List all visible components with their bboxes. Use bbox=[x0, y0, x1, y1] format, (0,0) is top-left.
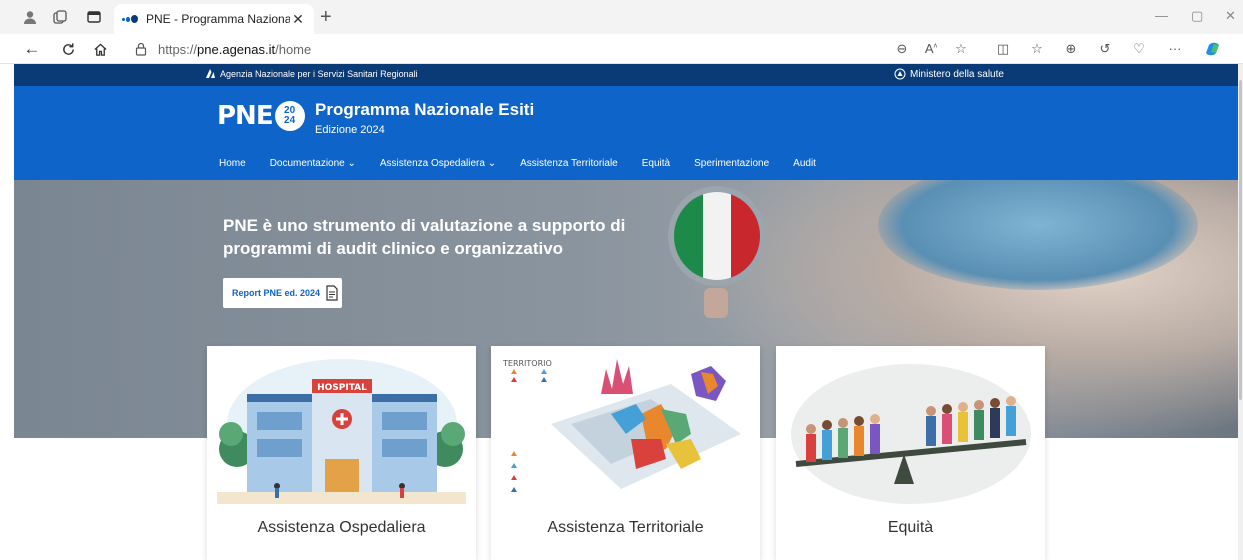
agenas-logo-icon bbox=[206, 69, 215, 78]
profile-icon[interactable] bbox=[22, 9, 38, 25]
main-menu: Home Documentazione ⌄ Assistenza Ospedal… bbox=[219, 158, 840, 169]
svg-text:HOSPITAL: HOSPITAL bbox=[317, 383, 367, 393]
document-icon bbox=[326, 285, 338, 301]
browser-essentials-icon[interactable]: ♡ bbox=[1130, 41, 1148, 57]
scrollbar-thumb[interactable] bbox=[1239, 80, 1242, 400]
equity-seesaw-illustration bbox=[791, 364, 1031, 504]
ministry-emblem-icon bbox=[894, 68, 906, 80]
window-close-icon[interactable]: ✕ bbox=[1225, 8, 1236, 24]
report-pne-button[interactable]: Report PNE ed. 2024 bbox=[223, 278, 342, 308]
ministry-name: Ministero della salute bbox=[910, 68, 1004, 80]
address-bar[interactable]: https://pne.agenas.it/home bbox=[134, 37, 1014, 61]
more-options-icon[interactable]: ··· bbox=[1166, 41, 1184, 56]
card-equita[interactable]: Equità bbox=[776, 346, 1045, 560]
menu-item-home[interactable]: Home bbox=[219, 158, 246, 169]
page-content: Agenzia Nazionale per i Servizi Sanitari… bbox=[14, 64, 1238, 560]
minimize-icon[interactable]: — bbox=[1155, 8, 1168, 23]
site-edition: Edizione 2024 bbox=[315, 124, 385, 136]
card-assistenza-territoriale[interactable]: TERRITORIO Assistenza Territoriale bbox=[491, 346, 760, 560]
card-title: Equità bbox=[887, 519, 934, 536]
menu-item-assistenza-territoriale[interactable]: Assistenza Territoriale bbox=[520, 158, 618, 169]
favorites-icon[interactable]: ☆ bbox=[1028, 41, 1046, 57]
home-icon[interactable] bbox=[90, 39, 110, 59]
new-tab-icon[interactable]: + bbox=[320, 6, 332, 29]
agency-link[interactable]: Agenzia Nazionale per i Servizi Sanitari… bbox=[205, 68, 418, 79]
report-button-label: Report PNE ed. 2024 bbox=[232, 288, 321, 298]
institutional-bar: Agenzia Nazionale per i Servizi Sanitari… bbox=[14, 64, 1238, 86]
menu-item-audit[interactable]: Audit bbox=[793, 158, 816, 169]
tab-title: PNE - Programma Nazionale Esiti bbox=[146, 12, 290, 26]
copilot-icon[interactable] bbox=[1205, 41, 1223, 60]
history-icon[interactable]: ↺ bbox=[1096, 41, 1114, 57]
tab-actions-icon[interactable] bbox=[86, 9, 102, 25]
read-aloud-icon[interactable]: Aᴧ bbox=[922, 41, 940, 56]
territory-map-illustration: TERRITORIO bbox=[502, 359, 741, 492]
logo-text: PNE bbox=[217, 101, 274, 131]
lock-icon[interactable] bbox=[134, 42, 148, 56]
restore-icon[interactable]: ▢ bbox=[1191, 8, 1203, 24]
url-text: https://pne.agenas.it/home bbox=[158, 41, 312, 57]
refresh-icon[interactable] bbox=[58, 39, 78, 59]
agency-name: Agenzia Nazionale per i Servizi Sanitari… bbox=[220, 68, 418, 79]
menu-item-equita[interactable]: Equità bbox=[642, 158, 670, 169]
favorite-star-icon[interactable]: ☆ bbox=[952, 41, 970, 57]
split-screen-icon[interactable]: ◫ bbox=[994, 41, 1012, 57]
site-title[interactable]: Programma Nazionale Esiti bbox=[315, 100, 534, 120]
site-header: PNE 20 24 Programma Nazionale Esiti Ediz… bbox=[14, 86, 1238, 180]
zoom-icon[interactable]: ⊖ bbox=[893, 41, 911, 57]
menu-item-sperimentazione[interactable]: Sperimentazione bbox=[694, 158, 769, 169]
svg-text:TERRITORIO: TERRITORIO bbox=[502, 359, 552, 368]
ministry-link[interactable]: Ministero della salute bbox=[894, 68, 1004, 80]
card-assistenza-ospedaliera[interactable]: HOSPITAL Assistenza Ospedaliera bbox=[207, 346, 476, 560]
back-icon[interactable]: ← bbox=[22, 39, 42, 59]
address-toolbar: ← https://pne.agenas.it/home ⊖ Aᴧ ☆ ◫ ☆ … bbox=[0, 34, 1243, 64]
hero-heading: PNE è uno strumento di valutazione a sup… bbox=[223, 216, 626, 258]
workspaces-icon[interactable] bbox=[52, 9, 68, 25]
pne-favicon-icon bbox=[122, 14, 138, 24]
italian-flag-stethoscope-image bbox=[668, 186, 766, 286]
pne-logo[interactable]: PNE 20 24 bbox=[217, 101, 305, 131]
hand-image bbox=[704, 288, 728, 318]
menu-item-documentazione[interactable]: Documentazione ⌄ bbox=[270, 158, 356, 169]
hospital-illustration: HOSPITAL bbox=[217, 359, 466, 504]
close-icon[interactable]: ✕ bbox=[290, 11, 306, 28]
collections-icon[interactable]: ⊕ bbox=[1062, 41, 1080, 57]
card-title: Assistenza Ospedaliera bbox=[257, 519, 426, 536]
active-tab[interactable]: PNE - Programma Nazionale Esiti ✕ bbox=[114, 4, 314, 34]
menu-item-assistenza-ospedaliera[interactable]: Assistenza Ospedaliera ⌄ bbox=[380, 158, 496, 169]
browser-tab-bar: PNE - Programma Nazionale Esiti ✕ + — ▢ … bbox=[0, 0, 1243, 34]
card-title: Assistenza Territoriale bbox=[547, 519, 704, 536]
logo-year-badge: 20 24 bbox=[274, 101, 305, 131]
